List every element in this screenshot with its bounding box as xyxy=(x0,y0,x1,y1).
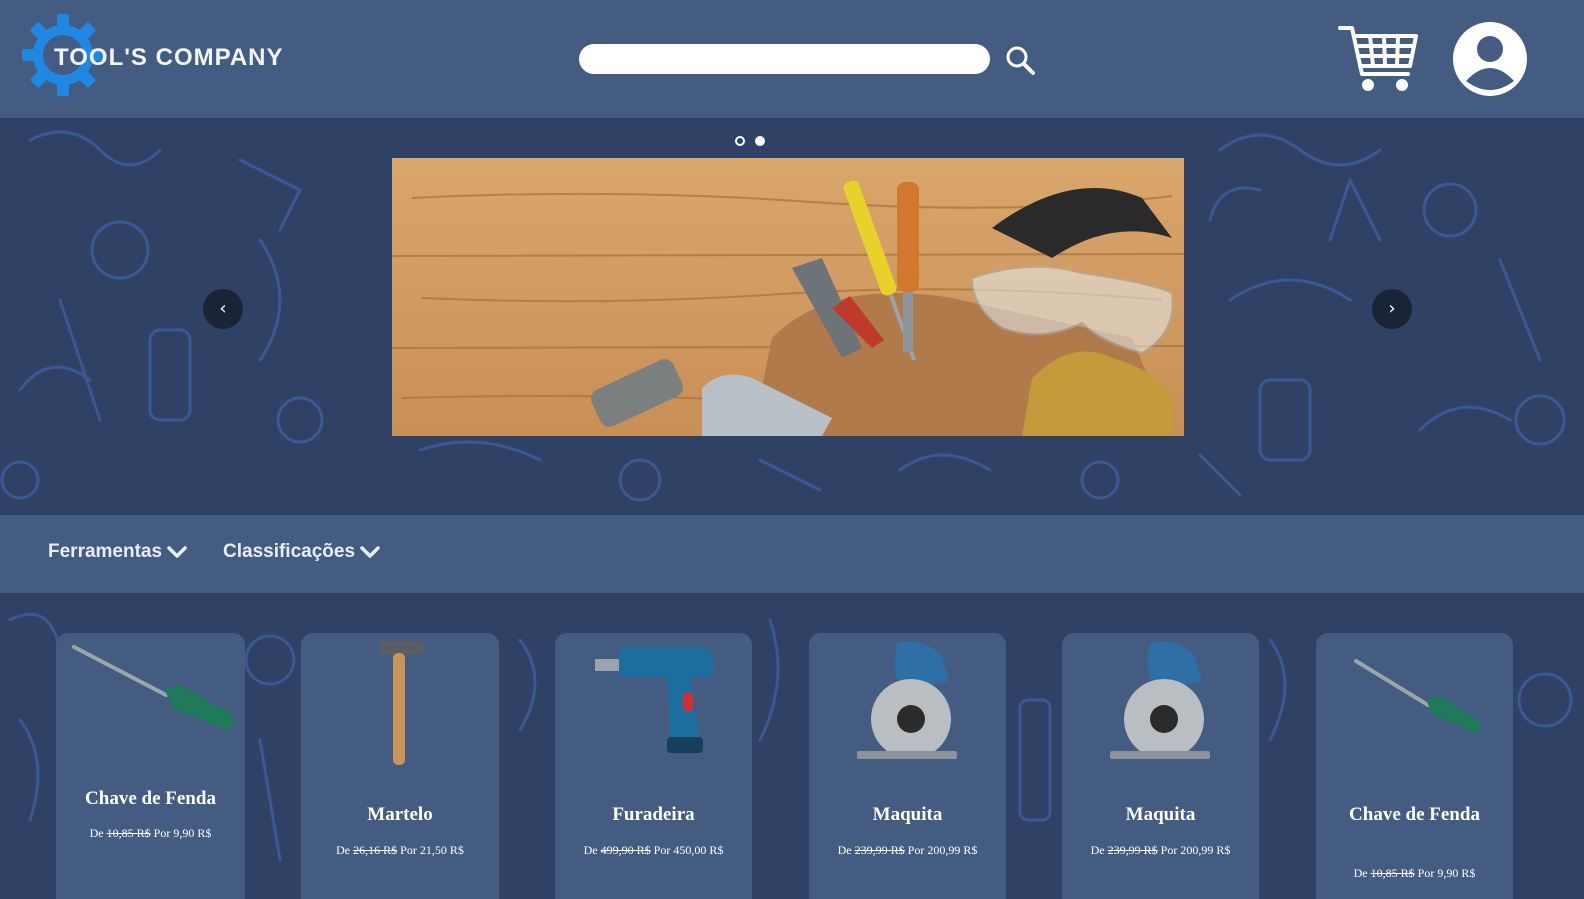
user-avatar-icon[interactable] xyxy=(1452,21,1528,97)
screwdriver-image xyxy=(72,645,234,731)
nav-ferramentas-dropdown[interactable]: Ferramentas xyxy=(48,541,188,563)
product-name: Maquita xyxy=(1125,804,1196,825)
chevron-down-icon xyxy=(167,546,187,558)
old-price: 10,85 R$ xyxy=(106,826,151,840)
screwdriver-image xyxy=(1354,659,1481,734)
category-navbar: Ferramentas Classificações xyxy=(0,515,1584,593)
product-price: De 10,85 R$ Por 9,90 R$ xyxy=(89,826,212,840)
product-price: De 10,85 R$ Por 9,90 R$ xyxy=(1353,866,1476,880)
current-price: 200,99 R$ xyxy=(1180,843,1231,857)
brand-logo[interactable]: TOOL'S COMPANY xyxy=(22,14,284,96)
product-price: De 26,16 R$ Por 21,50 R$ xyxy=(336,843,464,857)
circular-saw-image xyxy=(857,641,957,759)
old-price: 26,16 R$ xyxy=(353,843,398,857)
chevron-down-icon xyxy=(360,546,380,558)
old-price: 239,99 R$ xyxy=(854,843,905,857)
drill-image xyxy=(595,647,713,753)
nav-classificacoes-label: Classificações xyxy=(223,541,356,562)
old-price: 10,85 R$ xyxy=(1370,866,1415,880)
search-icon[interactable] xyxy=(1004,44,1036,76)
carousel-dot-1[interactable] xyxy=(735,136,745,146)
carousel-next-button[interactable]: › xyxy=(1372,289,1412,329)
product-card[interactable]: Martelo De 26,16 R$ Por 21,50 R$ xyxy=(301,633,499,899)
site-header: TOOL'S COMPANY xyxy=(0,0,1584,118)
product-card[interactable]: Maquita De 239,99 R$ Por 200,99 R$ xyxy=(1062,633,1259,899)
product-name: Furadeira xyxy=(612,804,695,825)
product-name: Chave de Fenda xyxy=(85,788,216,809)
current-price: 21,50 R$ xyxy=(419,843,464,857)
product-name: Chave de Fenda xyxy=(1349,804,1480,825)
carousel-dot-2[interactable] xyxy=(755,136,765,146)
shopping-cart-icon[interactable] xyxy=(1338,22,1420,94)
search-input[interactable] xyxy=(579,44,990,74)
product-price: De 239,99 R$ Por 200,99 R$ xyxy=(1090,843,1231,857)
nav-classificacoes-dropdown[interactable]: Classificações xyxy=(223,541,381,563)
circular-saw-image xyxy=(1110,641,1210,759)
product-card[interactable]: Chave de Fenda De 10,85 R$ Por 9,90 R$ xyxy=(56,633,245,899)
current-price: 450,00 R$ xyxy=(673,843,724,857)
product-card[interactable]: Furadeira De 499,90 R$ Por 450,00 R$ xyxy=(555,633,752,899)
product-card[interactable]: Chave de Fenda De 10,85 R$ Por 9,90 R$ xyxy=(1316,633,1513,899)
product-card[interactable]: Maquita De 239,99 R$ Por 200,99 R$ xyxy=(809,633,1006,899)
old-price: 499,90 R$ xyxy=(600,843,651,857)
current-price: 200,99 R$ xyxy=(927,843,978,857)
brand-name: TOOL'S COMPANY xyxy=(54,44,284,71)
nav-ferramentas-label: Ferramentas xyxy=(48,541,163,562)
product-name: Martelo xyxy=(367,804,433,825)
hammer-image xyxy=(378,641,425,765)
current-price: 9,90 R$ xyxy=(1437,866,1476,880)
carousel-indicators xyxy=(735,136,765,146)
carousel-prev-button[interactable]: ‹ xyxy=(203,289,243,329)
product-price: De 239,99 R$ Por 200,99 R$ xyxy=(837,843,978,857)
product-price: De 499,90 R$ Por 450,00 R$ xyxy=(583,843,724,857)
hero-banner-tools-image xyxy=(392,158,1184,436)
current-price: 9,90 R$ xyxy=(173,826,212,840)
old-price: 239,99 R$ xyxy=(1107,843,1158,857)
product-name: Maquita xyxy=(872,804,943,825)
